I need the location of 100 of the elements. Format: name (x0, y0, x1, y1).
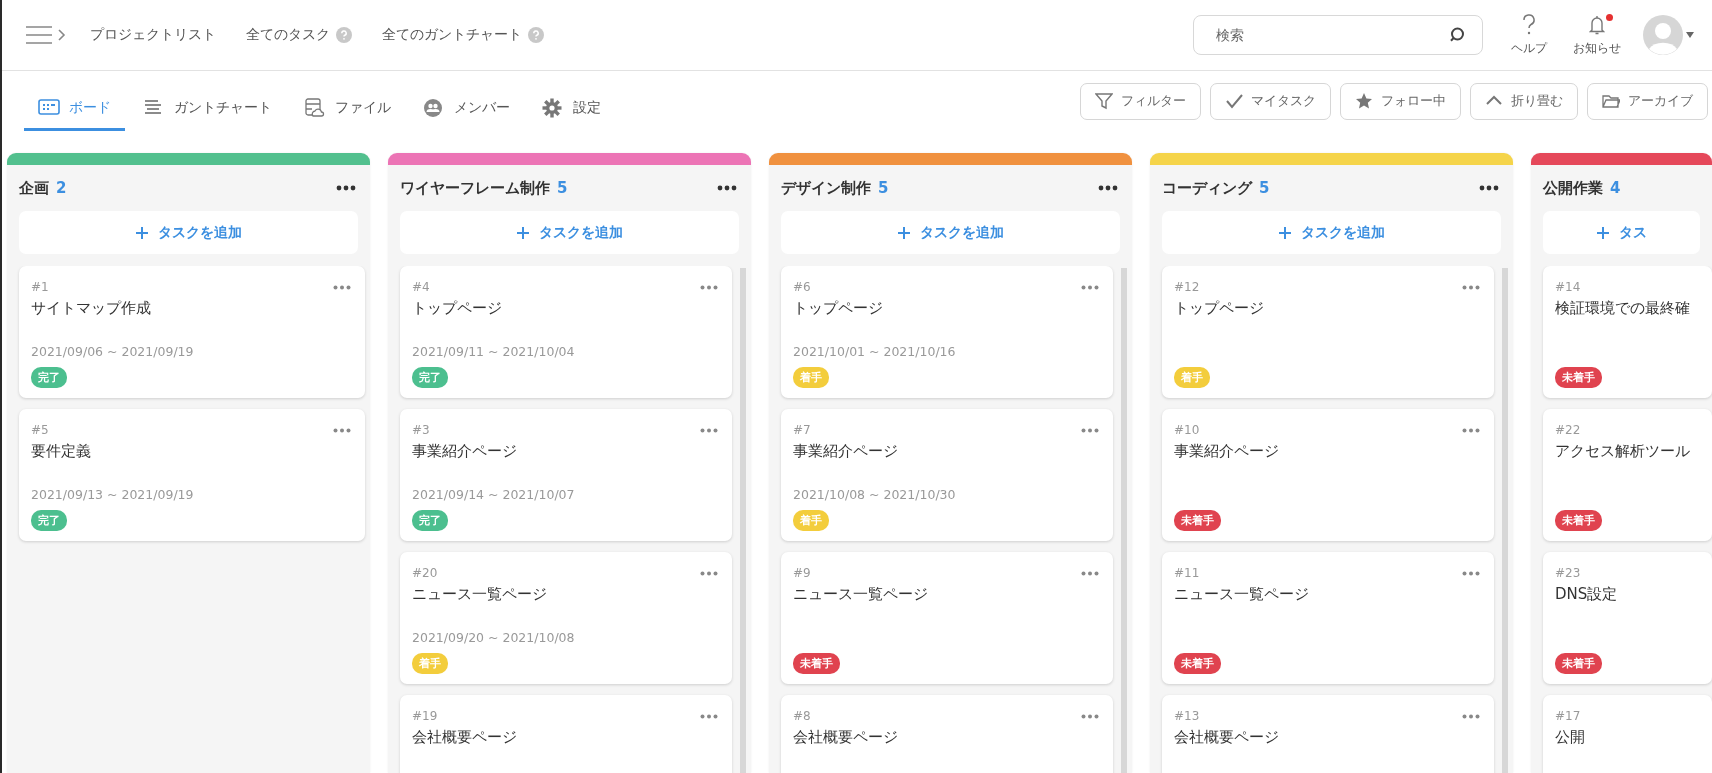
status-tag: 着手 (412, 653, 448, 674)
task-card[interactable]: #14 検証環境での最終確 未着手 (1543, 266, 1712, 398)
toolbar-button[interactable]: マイタスク (1210, 82, 1331, 120)
task-title: 事業紹介ページ (412, 442, 517, 461)
more-icon[interactable] (336, 185, 356, 191)
column-title: ワイヤーフレーム制作 (400, 178, 550, 198)
status-tag: 未着手 (1174, 510, 1221, 531)
task-dates: 2021/09/13 ~ 2021/09/19 (31, 487, 195, 502)
task-card[interactable]: #4 トップページ 2021/09/11 ~ 2021/10/04 完了 (400, 266, 732, 398)
column-title: コーディング (1162, 178, 1252, 198)
task-card[interactable]: #5 要件定義 2021/09/13 ~ 2021/09/19 完了 (19, 409, 365, 541)
task-card[interactable]: #7 事業紹介ページ 2021/10/08 ~ 2021/10/30 着手 (781, 409, 1113, 541)
task-number: #23 (1555, 566, 1581, 580)
task-number: #1 (31, 280, 49, 294)
task-dates: 2021/10/01 ~ 2021/10/16 (793, 344, 957, 359)
toolbar-button[interactable]: アーカイブ (1587, 82, 1708, 120)
task-card[interactable]: #9 ニュース一覧ページ 未着手 (781, 552, 1113, 684)
task-number: #3 (412, 423, 430, 437)
task-count: 5 (1259, 179, 1270, 197)
status-tag: 着手 (1174, 367, 1210, 388)
more-icon[interactable] (1098, 185, 1118, 191)
task-title: アクセス解析ツール (1555, 442, 1690, 461)
filter-icon (1095, 92, 1113, 110)
task-title: 会社概要ページ (412, 728, 517, 747)
task-title: ニュース一覧ページ (412, 585, 547, 604)
task-card[interactable]: #20 ニュース一覧ページ 2021/09/20 ~ 2021/10/08 着手 (400, 552, 732, 684)
task-title: ニュース一覧ページ (793, 585, 928, 604)
nav-link[interactable]: 全てのタスク (246, 26, 352, 44)
status-tag: 着手 (793, 510, 829, 531)
more-icon[interactable] (1479, 185, 1499, 191)
task-title: トップページ (1174, 299, 1264, 318)
plus-icon (1278, 226, 1291, 239)
plus-icon (135, 226, 148, 239)
task-count: 4 (1610, 179, 1621, 197)
task-title: 会社概要ページ (1174, 728, 1279, 747)
task-number: #13 (1174, 709, 1200, 723)
status-tag: 完了 (31, 367, 67, 388)
task-title: サイトマップ作成 (31, 299, 151, 318)
status-tag: 着手 (793, 367, 829, 388)
task-count: 5 (557, 179, 568, 197)
task-title: 検証環境での最終確 (1555, 299, 1690, 318)
task-card[interactable]: #8 会社概要ページ (781, 695, 1113, 773)
status-tag: 未着手 (793, 653, 840, 674)
task-number: #6 (793, 280, 811, 294)
task-card[interactable]: #6 トップページ 2021/10/01 ~ 2021/10/16 着手 (781, 266, 1113, 398)
folder-icon (1602, 92, 1620, 110)
task-title: 公開 (1555, 728, 1585, 747)
plus-icon (1596, 226, 1609, 239)
board-icon (38, 97, 60, 118)
task-card[interactable]: #1 サイトマップ作成 2021/09/06 ~ 2021/09/19 完了 (19, 266, 365, 398)
task-card[interactable]: #3 事業紹介ページ 2021/09/14 ~ 2021/10/07 完了 (400, 409, 732, 541)
nav-link[interactable]: プロジェクトリスト (90, 26, 216, 44)
nav-link[interactable]: 全てのガントチャート (382, 26, 544, 44)
task-title: 会社概要ページ (793, 728, 898, 747)
task-dates: 2021/10/08 ~ 2021/10/30 (793, 487, 957, 502)
toolbar-button[interactable]: フォロー中 (1340, 82, 1461, 120)
task-number: #19 (412, 709, 438, 723)
task-number: #22 (1555, 423, 1581, 437)
status-tag: 完了 (31, 510, 67, 531)
search-bar[interactable]: 検索 (1193, 15, 1483, 55)
more-icon[interactable] (717, 185, 737, 191)
bell-icon (1589, 13, 1605, 36)
column-title: 公開作業 (1543, 178, 1603, 198)
notifications-label: お知らせ (1573, 39, 1621, 57)
caret-icon[interactable] (1686, 32, 1694, 38)
tab[interactable]: 設定 (528, 87, 615, 131)
tab[interactable]: ガントチャート (129, 87, 286, 131)
task-card[interactable]: #19 会社概要ページ (400, 695, 732, 773)
star-icon (1355, 92, 1373, 110)
task-title: 事業紹介ページ (1174, 442, 1279, 461)
task-number: #4 (412, 280, 430, 294)
scrollbar[interactable] (740, 268, 746, 773)
tab[interactable]: メンバー (409, 87, 524, 131)
toolbar-button[interactable]: 折り畳む (1470, 82, 1578, 120)
help-button[interactable]: ヘルプ (1511, 13, 1547, 57)
task-title: 事業紹介ページ (793, 442, 898, 461)
task-card[interactable]: #17 公開 (1543, 695, 1712, 773)
tab[interactable]: ファイル (290, 87, 405, 131)
menu-icon[interactable] (24, 24, 68, 46)
checkmark-icon (1225, 92, 1243, 110)
status-tag: 未着手 (1555, 510, 1602, 531)
task-title: DNS設定 (1555, 585, 1618, 604)
people-icon (423, 97, 445, 118)
search-icon[interactable] (1448, 26, 1466, 44)
notifications-button[interactable]: お知らせ (1573, 13, 1621, 57)
task-number: #12 (1174, 280, 1200, 294)
task-title: トップページ (412, 299, 502, 318)
scrollbar[interactable] (1121, 268, 1127, 773)
toolbar-button[interactable]: フィルター (1080, 82, 1201, 120)
status-tag: 完了 (412, 367, 448, 388)
task-card[interactable]: #13 会社概要ページ (1162, 695, 1494, 773)
task-count: 2 (56, 179, 67, 197)
task-card[interactable]: #22 アクセス解析ツール 未着手 (1543, 409, 1712, 541)
task-card[interactable]: #11 ニュース一覧ページ 未着手 (1162, 552, 1494, 684)
scrollbar[interactable] (1502, 268, 1508, 773)
task-card[interactable]: #12 トップページ 着手 (1162, 266, 1494, 398)
task-card[interactable]: #23 DNS設定 未着手 (1543, 552, 1712, 684)
task-card[interactable]: #10 事業紹介ページ 未着手 (1162, 409, 1494, 541)
status-tag: 完了 (412, 510, 448, 531)
task-dates: 2021/09/20 ~ 2021/10/08 (412, 630, 576, 645)
